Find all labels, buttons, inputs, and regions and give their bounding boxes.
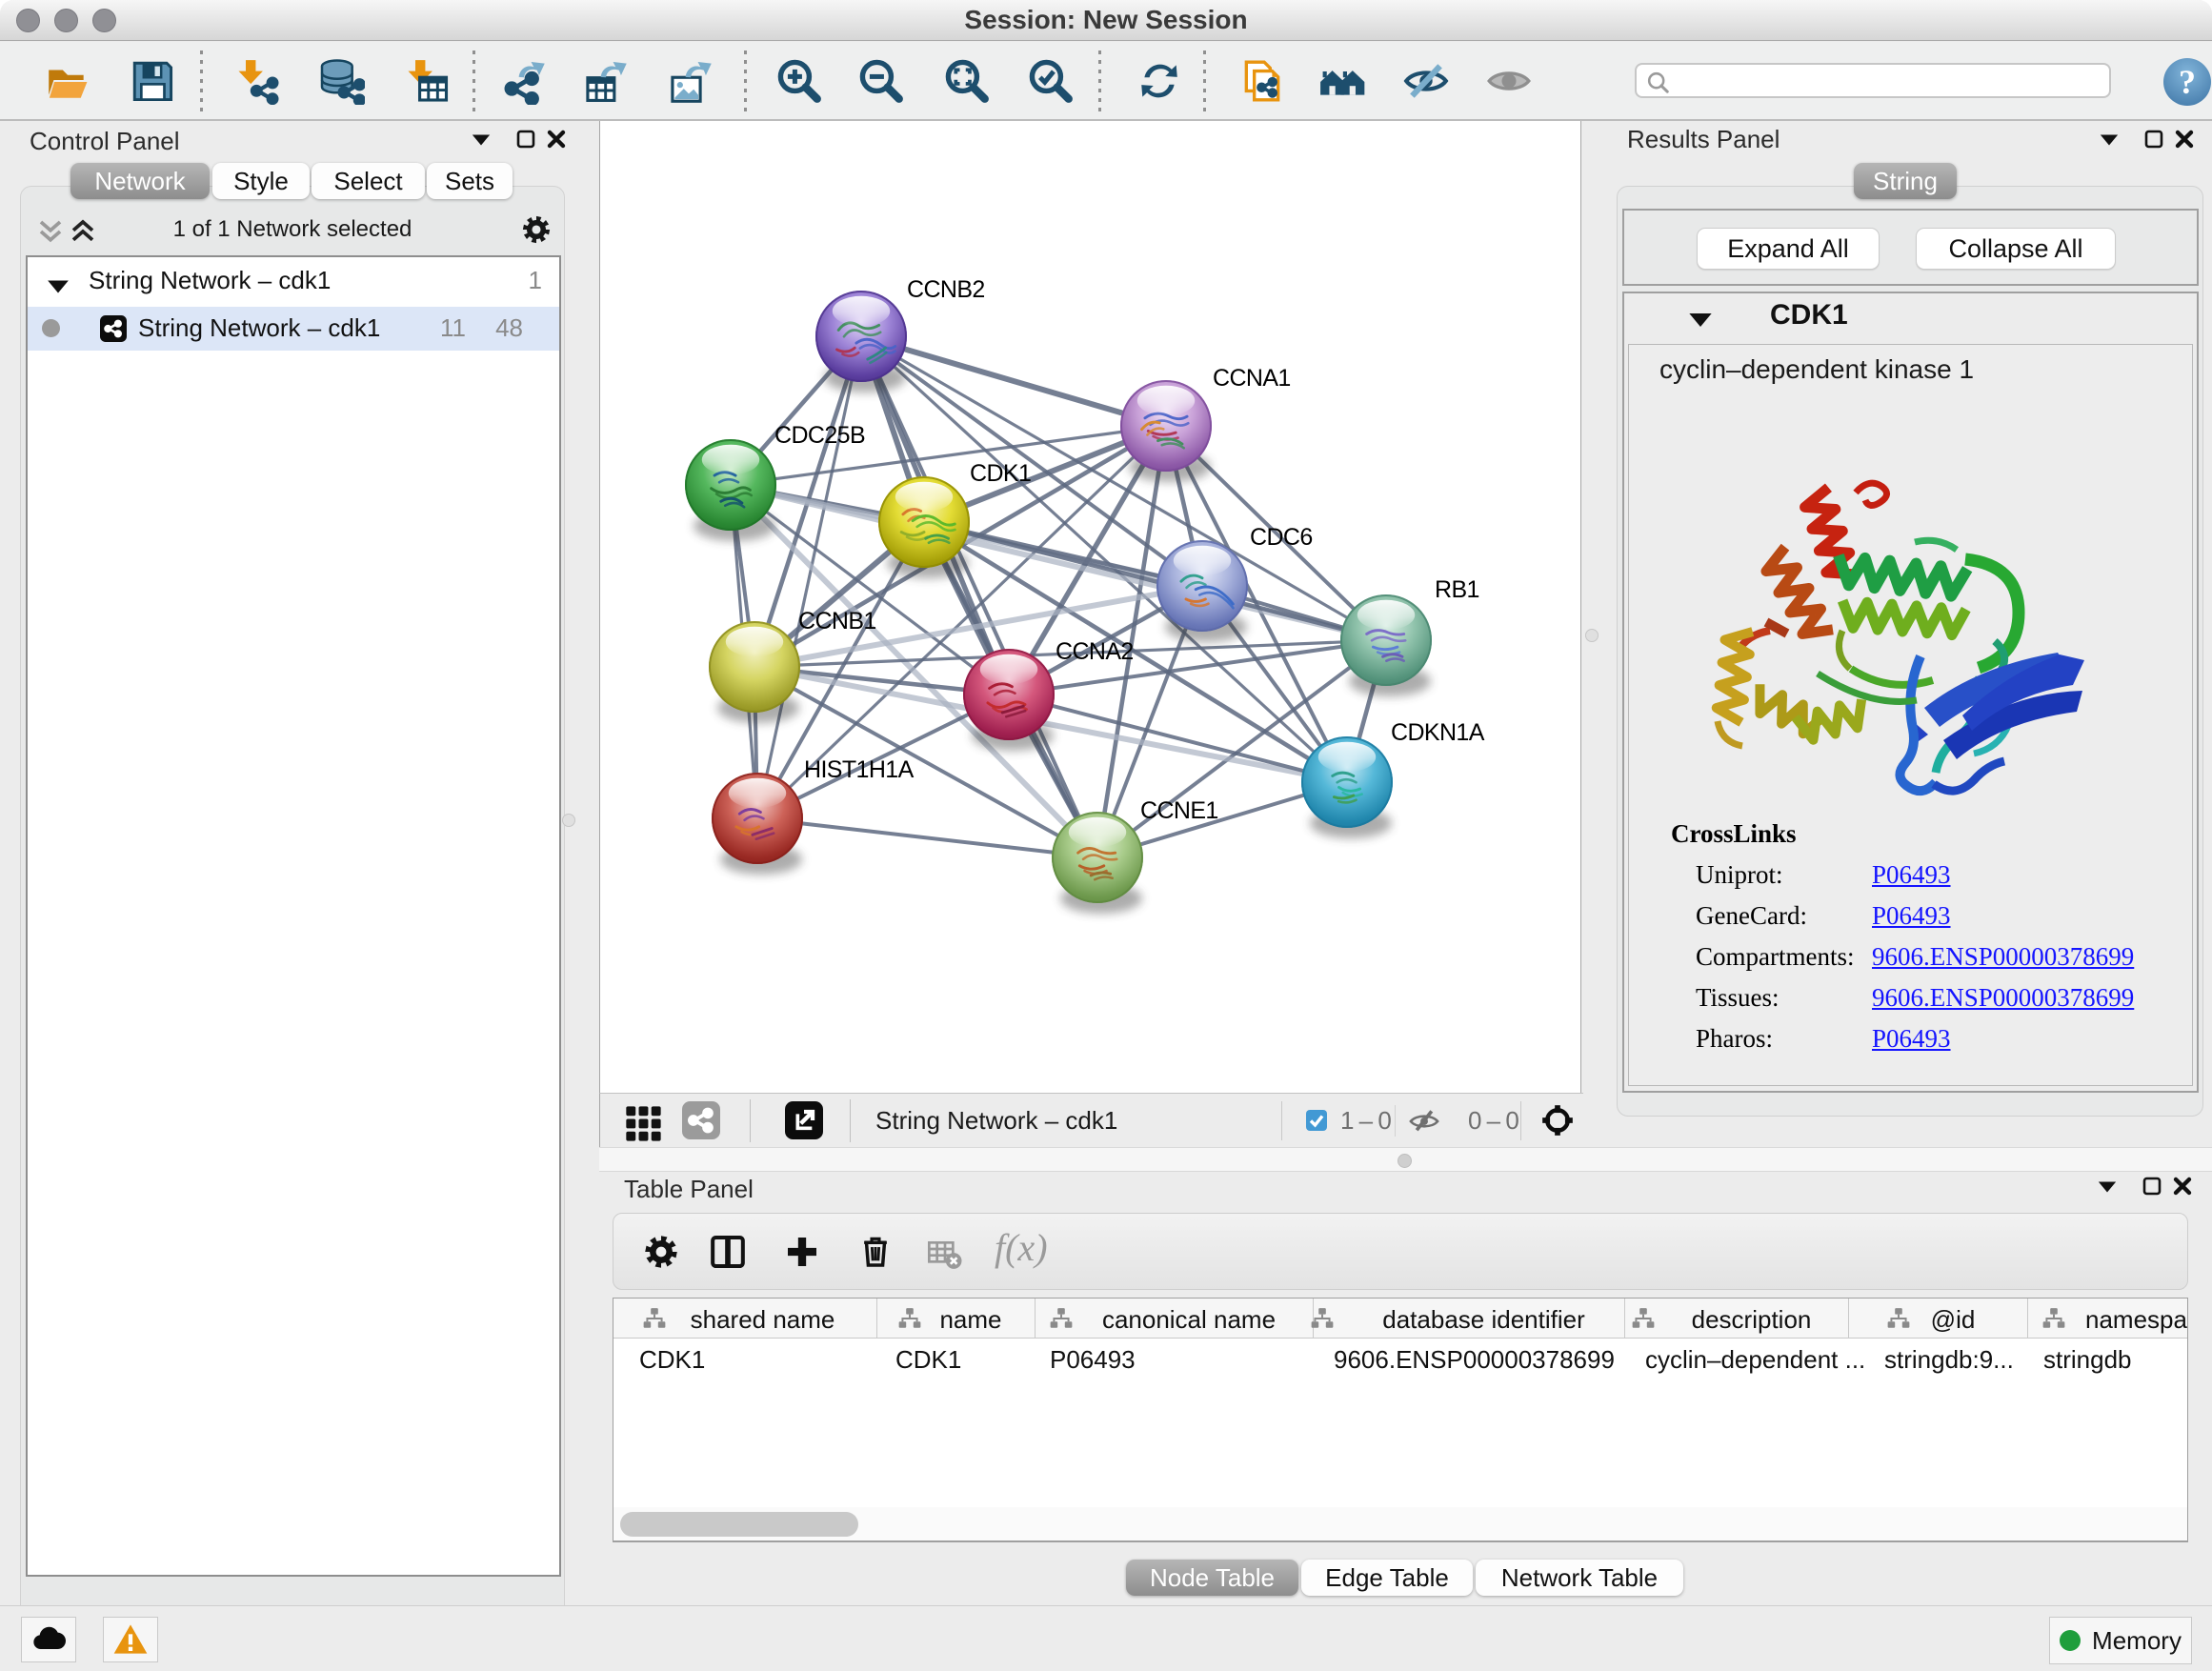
svg-text:CCNE1: CCNE1 (1140, 797, 1218, 824)
svg-text:CCNA1: CCNA1 (1213, 365, 1291, 392)
svg-text:CDK1: CDK1 (970, 460, 1031, 487)
svg-text:HIST1H1A: HIST1H1A (804, 756, 915, 783)
svg-text:RB1: RB1 (1435, 576, 1479, 603)
svg-text:CCNB1: CCNB1 (798, 608, 876, 634)
svg-text:CDC6: CDC6 (1250, 524, 1313, 551)
svg-text:CDKN1A: CDKN1A (1391, 719, 1485, 746)
svg-text:CCNB2: CCNB2 (907, 276, 985, 303)
svg-text:CCNA2: CCNA2 (1056, 638, 1134, 665)
svg-text:CDC25B: CDC25B (774, 422, 865, 449)
